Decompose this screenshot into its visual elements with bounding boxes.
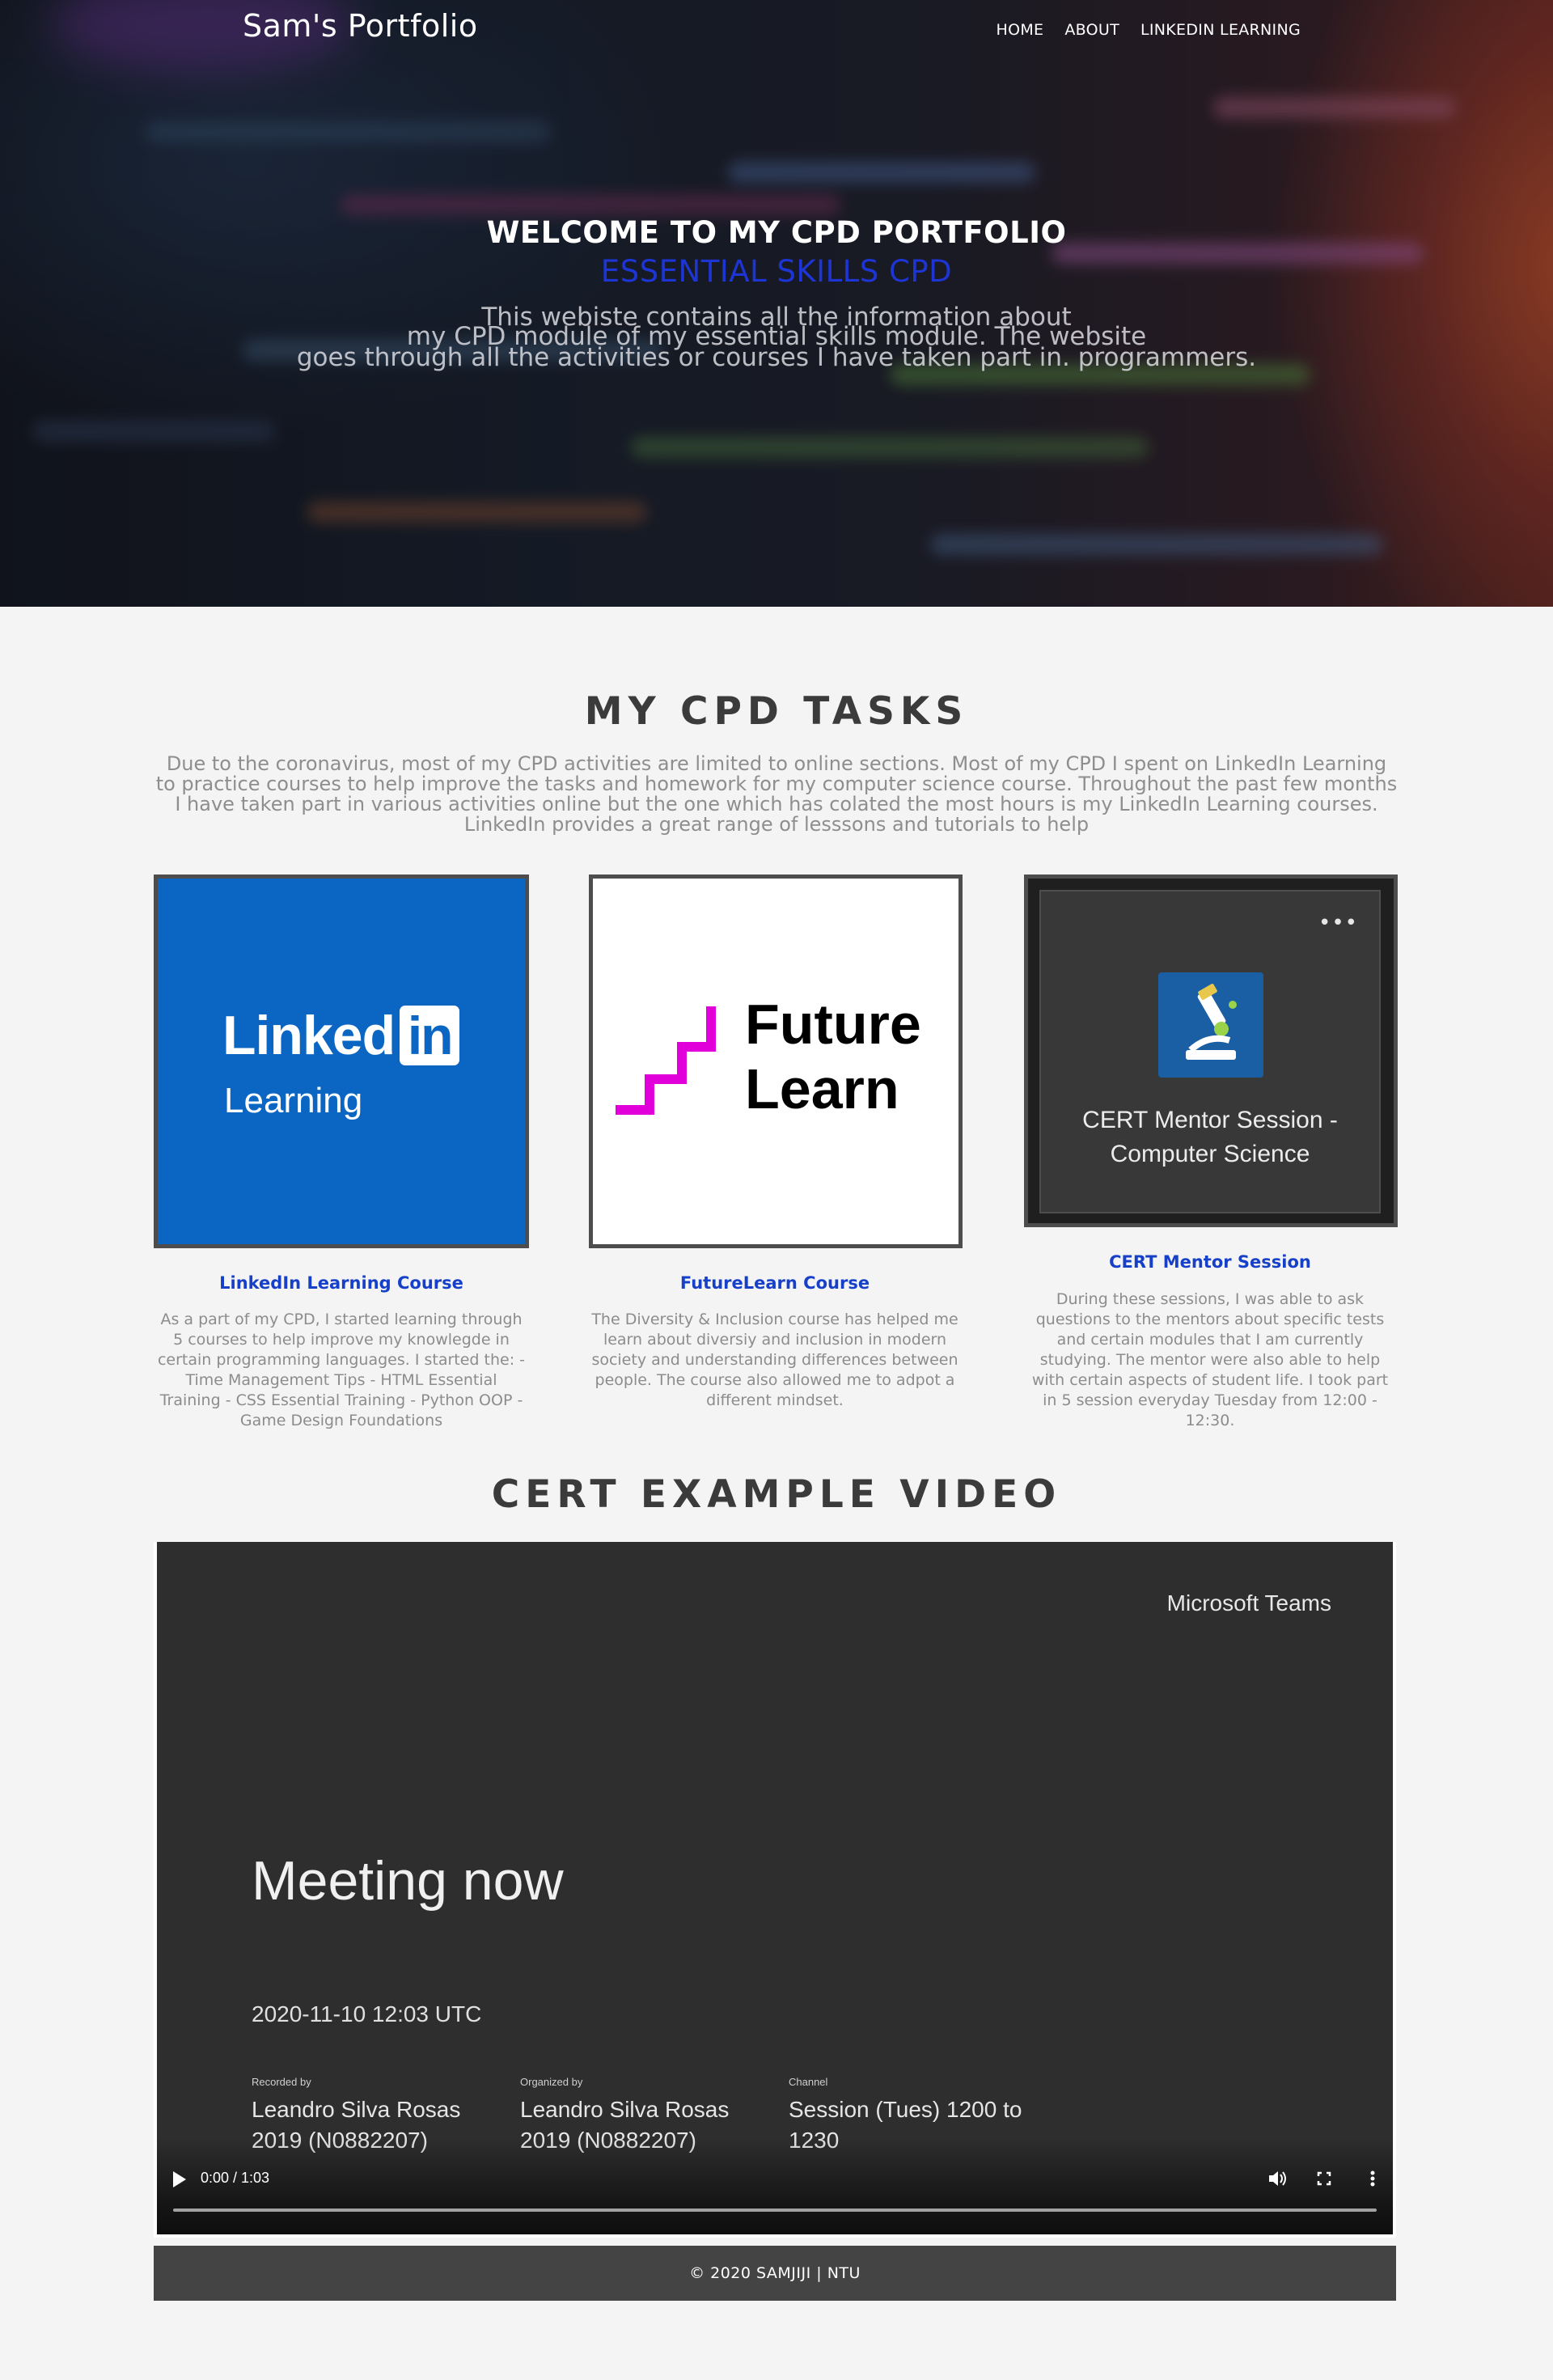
hero-subtitle: ESSENTIAL SKILLS CPD <box>600 254 953 289</box>
linkedin-learning-logo[interactable]: Linked in Learning <box>154 875 529 1248</box>
site-brand[interactable]: Sam's Portfolio <box>243 8 478 44</box>
linkedin-in-text: in <box>407 1006 454 1065</box>
futurelearn-wordmark: Future Learn <box>745 992 921 1121</box>
hero-title: WELCOME TO MY CPD PORTFOLIO <box>486 215 1067 250</box>
more-options-icon[interactable]: ••• <box>1318 911 1358 935</box>
cert-inner-frame: ••• CERT Mentor Session - Computer Scien… <box>1039 890 1381 1213</box>
linkedin-in-badge: in <box>400 1006 460 1065</box>
card-text-futurelearn: The Diversity & Inclusion course has hel… <box>591 1311 958 1409</box>
hero-text-line: goes through all the activities or cours… <box>296 343 1257 372</box>
hero-banner: Sam's Portfolio HOME ABOUT LINKEDIN LEAR… <box>0 0 1553 607</box>
video-app-label: Microsoft Teams <box>1166 1590 1331 1616</box>
tasks-intro: Due to the coronavirus, most of my CPD a… <box>155 752 1398 836</box>
main-nav: HOME ABOUT LINKEDIN LEARNING <box>996 21 1301 39</box>
cert-tile-label: CERT Mentor Session - Computer Science <box>1082 1107 1338 1167</box>
play-icon[interactable] <box>173 2171 186 2187</box>
futurelearn-steps-icon <box>616 1006 716 1115</box>
futurelearn-logo[interactable]: Future Learn <box>589 875 963 1248</box>
video-player[interactable]: Microsoft Teams Meeting now 2020-11-10 1… <box>154 1542 1396 2238</box>
microscope-glyph <box>1186 984 1237 1060</box>
futurelearn-word-2: Learn <box>745 1057 899 1120</box>
card-heading-linkedin[interactable]: LinkedIn Learning Course <box>155 1273 527 1293</box>
video-time: 0:00 / 1:03 <box>201 2170 270 2186</box>
fullscreen-icon[interactable] <box>1312 2166 1336 2191</box>
video-controls: 0:00 / 1:03 <box>157 2137 1393 2234</box>
card-text-linkedin: As a part of my CPD, I started learning … <box>157 1311 526 1429</box>
nav-linkedin-learning[interactable]: LINKEDIN LEARNING <box>1140 21 1301 39</box>
linkedin-learning-word: Learning <box>224 1081 363 1120</box>
video-headline: Meeting now <box>252 1850 564 1912</box>
video-progress-bar[interactable] <box>173 2208 1377 2212</box>
video-heading: CERT EXAMPLE VIDEO <box>491 1472 1062 1517</box>
microscope-icon <box>1158 972 1263 1078</box>
futurelearn-word-1: Future <box>745 993 921 1056</box>
card-text-cert: During these sessions, I was able to ask… <box>1031 1290 1389 1429</box>
card-heading-futurelearn[interactable]: FutureLearn Course <box>589 1273 961 1293</box>
more-vertical-icon[interactable] <box>1360 2166 1385 2191</box>
linkedin-word: Linked <box>222 1005 396 1066</box>
tasks-heading: MY CPD TASKS <box>584 689 969 734</box>
volume-icon[interactable] <box>1265 2166 1289 2191</box>
footer: © 2020 SAMJIJI | NTU <box>154 2246 1396 2301</box>
nav-home[interactable]: HOME <box>996 21 1043 39</box>
video-timestamp: 2020-11-10 12:03 UTC <box>252 2001 482 2026</box>
cert-mentor-tile[interactable]: ••• CERT Mentor Session - Computer Scien… <box>1024 875 1398 1227</box>
video-info-label: Organized by <box>520 2076 583 2088</box>
footer-text: © 2020 SAMJIJI | NTU <box>689 2264 861 2282</box>
video-info-label: Recorded by <box>252 2076 311 2088</box>
card-heading-cert[interactable]: CERT Mentor Session <box>1024 1252 1396 1272</box>
video-info-label: Channel <box>789 2076 828 2088</box>
linkedin-wordmark: Linked in <box>222 1004 460 1067</box>
nav-about[interactable]: ABOUT <box>1064 21 1119 39</box>
